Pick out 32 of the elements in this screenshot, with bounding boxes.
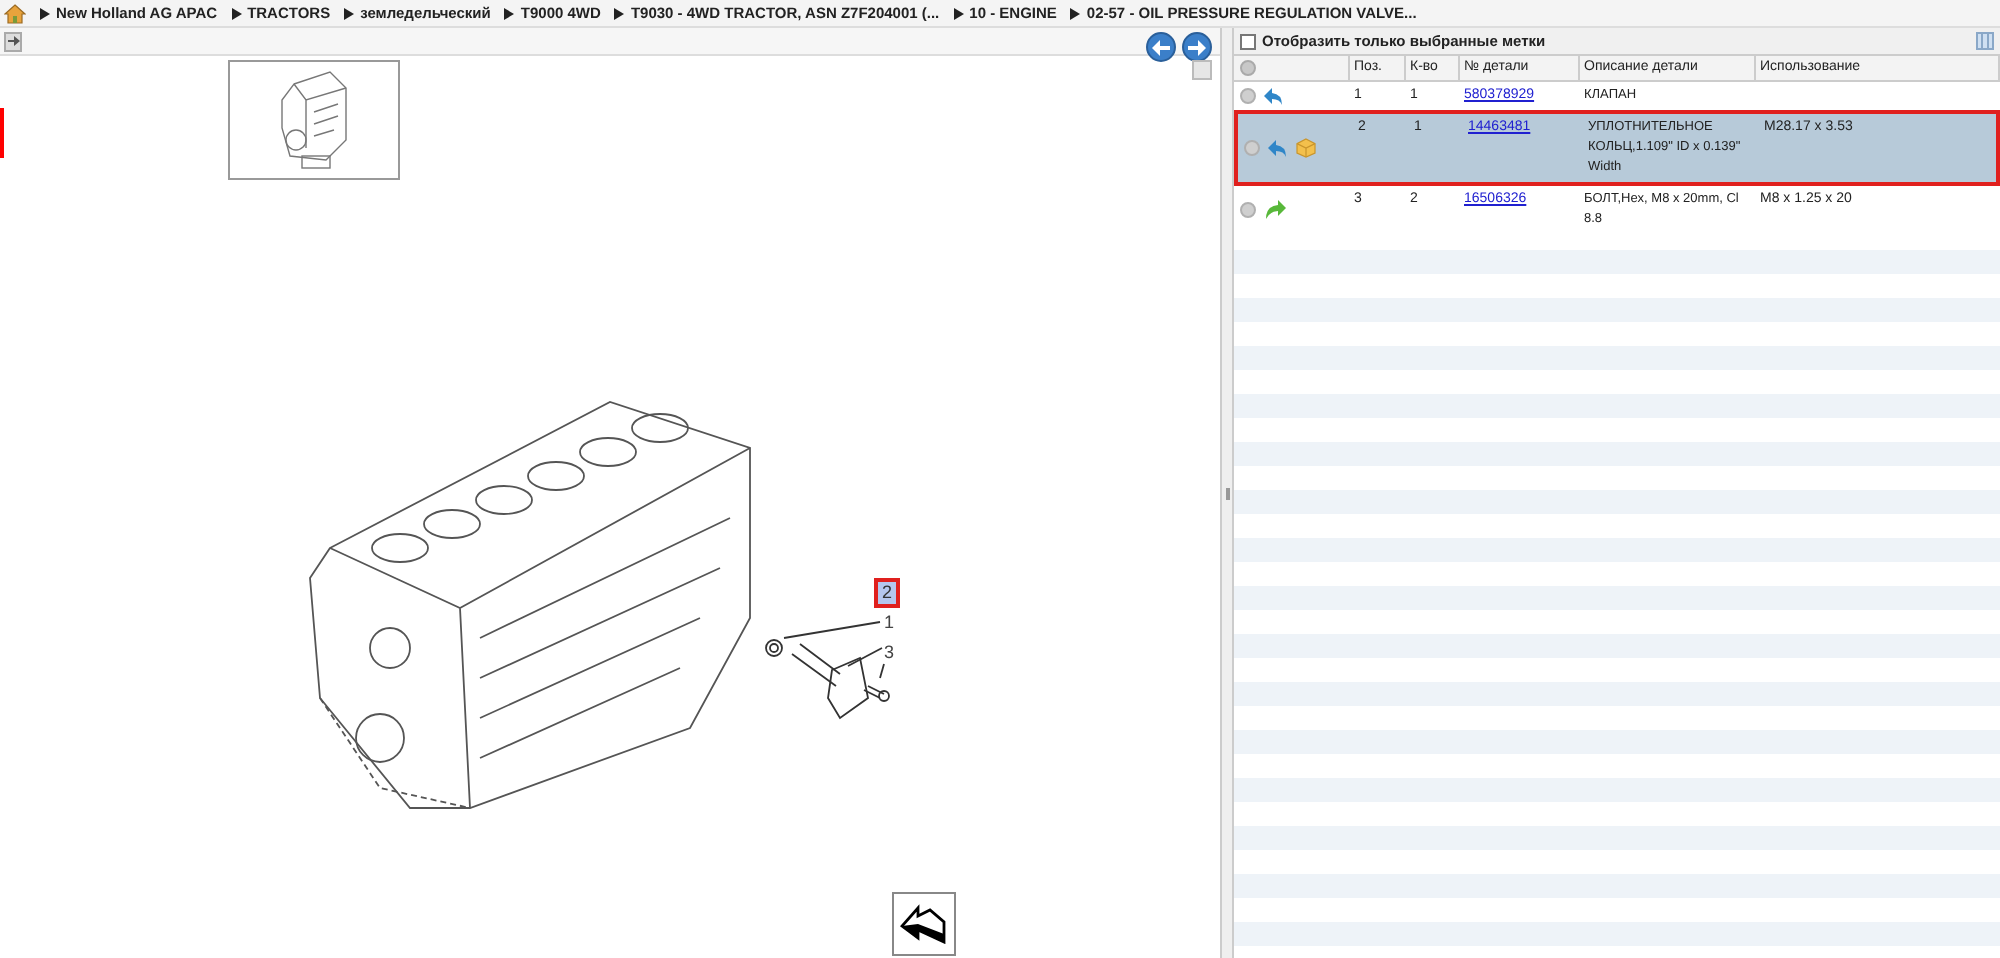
home-icon[interactable] <box>4 3 26 23</box>
expand-button[interactable] <box>4 31 22 51</box>
breadcrumb-arrow-icon <box>953 7 964 19</box>
callout-label[interactable]: 2 <box>874 578 901 608</box>
arrow-left-icon <box>1152 39 1170 55</box>
row-select-icon[interactable] <box>1244 140 1260 156</box>
selection-marker <box>0 108 4 158</box>
select-all-icon[interactable] <box>1240 60 1256 76</box>
callout-label[interactable]: 1 <box>880 612 899 634</box>
arrow-right-icon <box>7 36 19 46</box>
breadcrumb-arrow-icon <box>231 7 242 19</box>
forward-arrow-icon[interactable] <box>1264 200 1286 220</box>
back-arrow-icon[interactable] <box>1264 87 1284 105</box>
package-icon[interactable] <box>1296 138 1316 158</box>
table-settings-icon[interactable] <box>1976 32 1994 50</box>
breadcrumb-arrow-icon <box>614 7 625 19</box>
arrow-left-up-icon <box>900 904 948 944</box>
row-select-icon[interactable] <box>1240 88 1256 104</box>
back-arrow-icon[interactable] <box>1268 139 1288 157</box>
breadcrumb-arrow-icon <box>40 7 50 19</box>
scroll-thumb[interactable] <box>1192 60 1212 80</box>
callout-label[interactable]: 3 <box>880 642 899 664</box>
breadcrumb-arrow-icon <box>504 7 515 19</box>
previous-button[interactable] <box>1146 32 1176 62</box>
row-select-icon[interactable] <box>1240 202 1256 218</box>
filter-checkbox[interactable] <box>1240 33 1256 49</box>
next-button[interactable] <box>1182 32 1212 62</box>
thumbnail-frame[interactable] <box>228 60 400 180</box>
return-button[interactable] <box>892 892 956 956</box>
arrow-right-icon <box>1188 39 1206 55</box>
breadcrumb-arrow-icon <box>1070 7 1081 19</box>
breadcrumb-arrow-icon <box>344 7 355 19</box>
